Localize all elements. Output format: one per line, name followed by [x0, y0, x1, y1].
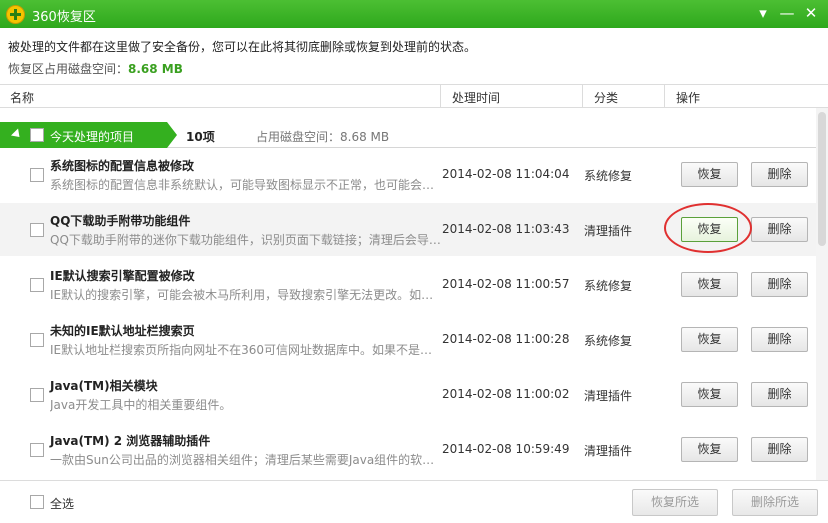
item-checkbox[interactable]: [30, 333, 44, 347]
restore-button[interactable]: 恢复: [681, 272, 738, 297]
item-name: Java(TM)相关模块: [50, 379, 158, 393]
disk-usage: 恢复区占用磁盘空间：8.68 MB: [8, 60, 183, 77]
restore-selected-button[interactable]: 恢复所选: [632, 489, 718, 516]
group-header-today: 今天处理的项目 10项 占用磁盘空间：8.68 MB: [0, 122, 816, 148]
item-category: 系统修复: [584, 334, 633, 348]
item-description: QQ下载助手附带的迷你下载功能组件，识别页面下载链接；清理后会导…: [50, 233, 441, 247]
item-category: 清理插件: [584, 224, 633, 238]
item-time: 2014-02-08 11:04:04: [442, 167, 570, 181]
disk-usage-label: 恢复区占用磁盘空间：: [8, 62, 129, 76]
list-item: 系统图标的配置信息被修改 系统图标的配置信息非系统默认，可能导致图标显示不正常，…: [0, 148, 816, 201]
item-name: 未知的IE默认地址栏搜索页: [50, 324, 195, 338]
item-checkbox[interactable]: [30, 168, 44, 182]
item-description: IE默认的搜索引擎，可能会被木马所利用，导致搜索引擎无法更改。如…: [50, 288, 434, 302]
item-description: 系统图标的配置信息非系统默认，可能导致图标显示不正常，也可能会…: [50, 178, 435, 192]
list-item: 未知的IE默认地址栏搜索页 IE默认地址栏搜索页所指向网址不在360可信网址数据…: [0, 313, 816, 366]
title-bar: 360恢复区 ▾ — ✕: [0, 0, 828, 28]
delete-button[interactable]: 删除: [751, 327, 808, 352]
item-name: 系统图标的配置信息被修改: [50, 159, 195, 173]
dropdown-icon[interactable]: ▾: [752, 3, 774, 23]
group-count: 10项: [186, 130, 215, 144]
column-divider: [440, 85, 441, 107]
group-tab[interactable]: 今天处理的项目: [0, 122, 177, 148]
highlight-circle-annotation: [664, 203, 752, 253]
item-time: 2014-02-08 10:59:49: [442, 442, 570, 456]
item-time: 2014-02-08 11:03:43: [442, 222, 570, 236]
delete-button[interactable]: 删除: [751, 272, 808, 297]
column-category[interactable]: 分类: [594, 89, 618, 106]
column-header: 名称 处理时间 分类 操作: [0, 84, 828, 108]
item-checkbox[interactable]: [30, 278, 44, 292]
window-title: 360恢复区: [32, 10, 96, 25]
scrollbar-thumb[interactable]: [818, 112, 826, 246]
column-divider: [582, 85, 583, 107]
360-logo-icon: [6, 5, 25, 24]
column-name[interactable]: 名称: [10, 89, 34, 106]
column-time[interactable]: 处理时间: [452, 89, 500, 106]
restore-button[interactable]: 恢复: [681, 327, 738, 352]
select-all-label[interactable]: 全选: [50, 495, 74, 512]
item-category: 清理插件: [584, 389, 633, 403]
column-divider: [664, 85, 665, 107]
description-text: 被处理的文件都在这里做了安全备份，您可以在此将其彻底删除或恢复到处理前的状态。: [8, 40, 477, 54]
group-label: 今天处理的项目: [50, 130, 135, 144]
delete-button[interactable]: 删除: [751, 382, 808, 407]
item-category: 清理插件: [584, 444, 633, 458]
item-name: IE默认搜索引擎配置被修改: [50, 269, 195, 283]
vertical-scrollbar[interactable]: [816, 108, 828, 480]
disk-usage-value: 8.68 MB: [128, 62, 183, 76]
item-name: Java(TM) 2 浏览器辅助插件: [50, 434, 211, 448]
delete-button[interactable]: 删除: [751, 162, 808, 187]
restore-button[interactable]: 恢复: [681, 437, 738, 462]
collapse-arrow-icon[interactable]: [10, 128, 24, 141]
select-all-checkbox[interactable]: [30, 495, 44, 509]
item-category: 系统修复: [584, 279, 633, 293]
item-checkbox[interactable]: [30, 223, 44, 237]
item-time: 2014-02-08 11:00:02: [442, 387, 570, 401]
item-checkbox[interactable]: [30, 443, 44, 457]
item-description: Java开发工具中的相关重要组件。: [50, 398, 232, 412]
delete-selected-button[interactable]: 删除所选: [732, 489, 818, 516]
list-item: Java(TM)相关模块 Java开发工具中的相关重要组件。 2014-02-0…: [0, 368, 816, 421]
delete-button[interactable]: 删除: [751, 217, 808, 242]
footer-bar: 全选 恢复所选 删除所选: [0, 480, 828, 523]
minimize-icon[interactable]: —: [776, 3, 798, 23]
item-checkbox[interactable]: [30, 388, 44, 402]
item-name: QQ下载助手附带功能组件: [50, 214, 191, 228]
delete-button[interactable]: 删除: [751, 437, 808, 462]
close-icon[interactable]: ✕: [800, 3, 822, 23]
item-description: IE默认地址栏搜索页所指向网址不在360可信网址数据库中。如果不是您…: [50, 343, 442, 357]
list-item: IE默认搜索引擎配置被修改 IE默认的搜索引擎，可能会被木马所利用，导致搜索引擎…: [0, 258, 816, 311]
group-checkbox[interactable]: [30, 128, 44, 142]
list-item: Java(TM) 2 浏览器辅助插件 一款由Sun公司出品的浏览器相关组件；清理…: [0, 423, 816, 476]
column-action: 操作: [676, 91, 701, 105]
group-usage: 占用磁盘空间：8.68 MB: [256, 130, 390, 144]
item-time: 2014-02-08 11:00:57: [442, 277, 570, 291]
restore-button[interactable]: 恢复: [681, 382, 738, 407]
item-time: 2014-02-08 11:00:28: [442, 332, 570, 346]
item-category: 系统修复: [584, 169, 633, 183]
restore-button[interactable]: 恢复: [681, 162, 738, 187]
item-description: 一款由Sun公司出品的浏览器相关组件；清理后某些需要Java组件的软…: [50, 453, 435, 467]
